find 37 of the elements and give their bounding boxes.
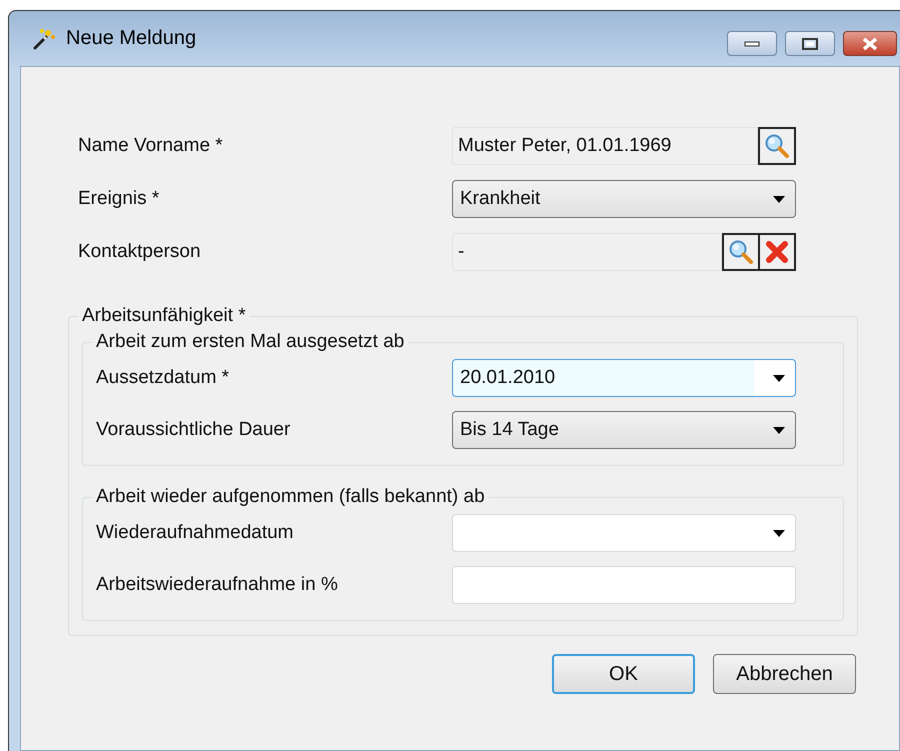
magic-wand-icon [32, 26, 56, 50]
search-button[interactable] [722, 233, 760, 271]
date-field[interactable] [452, 514, 796, 552]
minimize-button[interactable] [727, 31, 777, 56]
field-label: Ereignis * [78, 188, 160, 210]
lookup-field[interactable]: - [452, 233, 722, 271]
field-label: Aussetzdatum * [96, 367, 230, 389]
dialog-button[interactable]: OK [552, 654, 695, 694]
dialog-button[interactable]: Abbrechen [713, 654, 856, 694]
dropdown-arrow-icon [773, 426, 785, 434]
field-label: Name Vorname * [78, 135, 224, 157]
date-field[interactable]: 20.01.2010 [452, 359, 796, 397]
field-label: Voraussichtliche Dauer [96, 419, 292, 441]
dropdown-arrow-icon [773, 530, 785, 536]
dropdown-arrow-icon [773, 374, 785, 382]
field-label: Kontaktperson [78, 241, 202, 263]
minimize-icon [744, 40, 760, 46]
window-title: Neue Meldung [66, 27, 196, 50]
group-title: Arbeit zum ersten Mal ausgesetzt ab [95, 331, 406, 353]
close-button[interactable] [843, 31, 897, 56]
dropdown-field[interactable]: Bis 14 Tage [452, 411, 796, 449]
input-field[interactable] [452, 566, 796, 604]
lookup-field[interactable]: Muster Peter, 01.01.1969 [452, 127, 758, 165]
field-label: Wiederaufnahmedatum [96, 522, 294, 544]
search-button[interactable] [758, 127, 796, 165]
search-icon [764, 133, 790, 159]
close-icon [861, 36, 879, 50]
dropdown-field[interactable]: Krankheit [452, 180, 796, 218]
close-icon [765, 240, 789, 264]
search-icon [728, 239, 754, 265]
field-label: Arbeitswiederaufnahme in % [96, 574, 339, 596]
maximize-button[interactable] [785, 31, 835, 56]
maximize-icon [802, 38, 818, 50]
group-title: Arbeitsunfähigkeit * [81, 305, 247, 327]
clear-button[interactable] [760, 233, 796, 271]
group-title: Arbeit wieder aufgenommen (falls bekannt) ab [95, 486, 486, 508]
dropdown-arrow-icon [773, 196, 785, 202]
